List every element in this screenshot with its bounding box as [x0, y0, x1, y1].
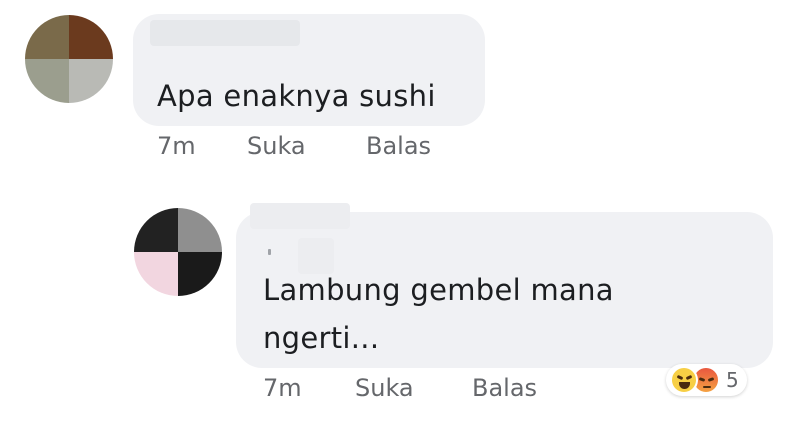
reaction-summary[interactable]: 5: [666, 364, 747, 396]
comment-text: Apa enaknya sushi: [157, 79, 436, 113]
commenter-avatar[interactable]: [25, 15, 113, 103]
commenter-name-blurred[interactable]: [150, 20, 300, 46]
reply-author-name-blurred[interactable]: [250, 203, 350, 229]
reply-like-button[interactable]: Suka: [355, 374, 414, 402]
comment-actions: 7m Suka Balas: [0, 130, 800, 166]
reply-text-line-2: ngerti...: [263, 321, 380, 355]
reply-text-line-1: Lambung gembel mana: [263, 273, 614, 307]
haha-icon: [670, 366, 698, 394]
reaction-count: 5: [726, 368, 739, 392]
reply-timestamp[interactable]: 7m: [263, 374, 302, 402]
reply-avatar[interactable]: [134, 208, 222, 296]
tiny-mark: [268, 249, 271, 255]
reply-author-name-blurred-2: [298, 238, 334, 274]
like-button[interactable]: Suka: [247, 132, 306, 160]
comment-timestamp[interactable]: 7m: [157, 132, 196, 160]
reply-reply-button[interactable]: Balas: [472, 374, 537, 402]
reply-button[interactable]: Balas: [366, 132, 431, 160]
